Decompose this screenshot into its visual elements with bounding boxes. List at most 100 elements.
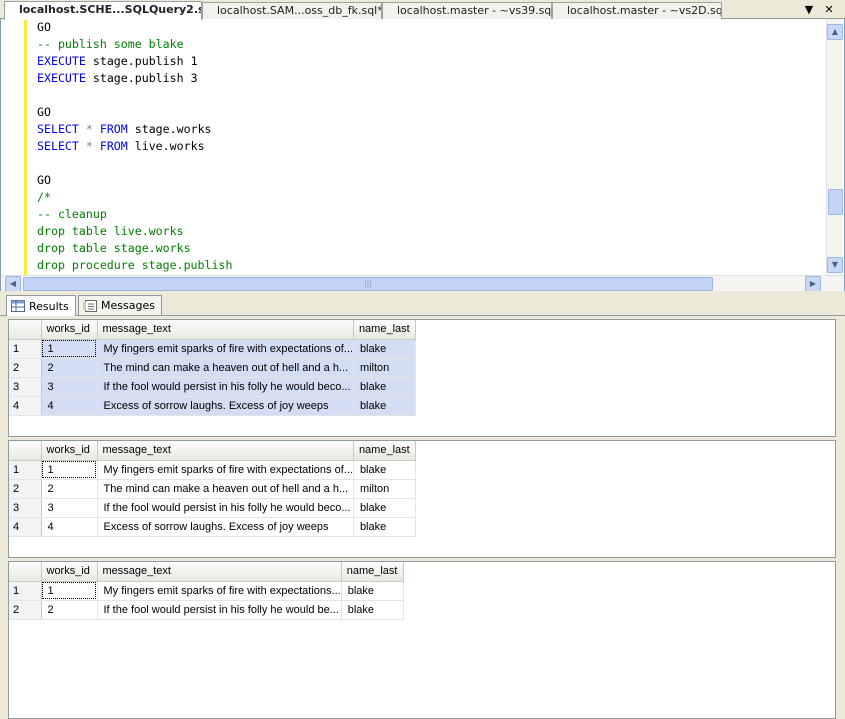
tab-vs2d[interactable]: localhost.master - ~vs2D.sql [552,2,722,19]
table-cell[interactable]: blake [353,396,416,416]
code-line[interactable]: GO [37,172,817,189]
row-number[interactable]: 2 [9,358,42,378]
code-line[interactable]: GO [37,19,817,36]
row-number[interactable]: 3 [9,377,42,397]
tab-results[interactable]: Results [6,295,76,316]
code-line[interactable]: GO [37,104,817,121]
row-number[interactable]: 1 [9,339,42,359]
table-cell[interactable]: 2 [41,600,98,620]
code-line[interactable] [37,87,817,104]
result-grid-1[interactable]: works_id message_text name_last 1 1 My f… [8,319,836,437]
row-number[interactable]: 1 [9,581,42,601]
scroll-right-icon[interactable]: ▶ [805,276,821,292]
table-cell[interactable]: blake [353,460,416,480]
table-cell[interactable]: blake [353,377,416,397]
column-header[interactable]: works_id [41,441,98,461]
vertical-scrollbar[interactable]: ▲ ▼ [826,19,843,275]
table-cell[interactable]: blake [353,517,416,537]
query-editor[interactable]: GO -- publish some blake EXECUTE stage.pub… [0,19,845,292]
code-line[interactable]: /* [37,189,817,206]
table-cell[interactable]: 4 [41,517,98,537]
row-number[interactable]: 2 [9,479,42,499]
table-row[interactable]: 1 1 My fingers emit sparks of fire with … [9,339,416,359]
table-cell[interactable]: blake [341,600,404,620]
column-header[interactable]: message_text [97,320,354,340]
code-line[interactable]: SELECT * FROM live.works [37,138,817,155]
tab-messages[interactable]: Messages [78,295,162,315]
table-row[interactable]: 4 4 Excess of sorrow laughs. Excess of j… [9,517,416,537]
column-header[interactable]: name_last [353,320,416,340]
code-line[interactable]: SELECT * FROM stage.works [37,121,817,138]
table-cell[interactable]: 1 [41,339,98,359]
table-cell[interactable]: Excess of sorrow laughs. Excess of joy w… [97,396,354,416]
table-row[interactable]: 2 2 If the fool would persist in his fol… [9,600,404,620]
column-header[interactable]: name_last [341,562,404,582]
table-cell[interactable]: blake [353,339,416,359]
tab-sqlquery2[interactable]: localhost.SCHE...SQLQuery2.sql* [4,1,202,20]
result-grid-3[interactable]: works_id message_text name_last 1 1 My f… [8,561,836,719]
table-cell[interactable]: 2 [41,479,98,499]
table-row[interactable]: 3 3 If the fool would persist in his fol… [9,498,416,518]
table-row[interactable]: 2 2 The mind can make a heaven out of he… [9,358,416,378]
tab-vs39[interactable]: localhost.master - ~vs39.sql [382,2,552,19]
code-line[interactable]: -- publish some blake [37,36,817,53]
code-line[interactable]: drop table stage.works [37,240,817,257]
chevron-down-icon[interactable]: ▼ [801,2,817,17]
table-cell[interactable]: My fingers emit sparks of fire with expe… [97,581,342,601]
row-number[interactable]: 4 [9,396,42,416]
table-row[interactable]: 2 2 The mind can make a heaven out of he… [9,479,416,499]
table-cell[interactable]: 4 [41,396,98,416]
table-cell[interactable]: milton [353,479,416,499]
row-number-header[interactable] [9,562,42,582]
table-cell[interactable]: 1 [41,581,98,601]
sql-token: stage.publish 1 [85,54,198,68]
horizontal-scrollbar[interactable]: ◀ ||| ▶ [1,275,844,292]
column-header[interactable]: works_id [41,320,98,340]
row-number-header[interactable] [9,441,42,461]
table-cell[interactable]: 3 [41,498,98,518]
sql-code[interactable]: GO -- publish some blake EXECUTE stage.pub… [37,19,817,275]
code-line[interactable]: EXECUTE stage.publish 1 [37,53,817,70]
row-number[interactable]: 4 [9,517,42,537]
table-cell[interactable]: My fingers emit sparks of fire with expe… [97,460,354,480]
table-cell[interactable]: My fingers emit sparks of fire with expe… [97,339,354,359]
column-header[interactable]: message_text [97,562,342,582]
column-header[interactable]: name_last [353,441,416,461]
scroll-up-icon[interactable]: ▲ [827,24,843,40]
code-line[interactable]: EXECUTE stage.publish 3 [37,70,817,87]
table-cell[interactable]: If the fool would persist in his folly h… [97,498,354,518]
scroll-left-icon[interactable]: ◀ [5,276,21,292]
row-number[interactable]: 3 [9,498,42,518]
close-icon[interactable]: ✕ [821,2,837,17]
code-line[interactable]: -- cleanup [37,206,817,223]
table-cell[interactable]: milton [353,358,416,378]
table-cell[interactable]: The mind can make a heaven out of hell a… [97,479,354,499]
tab-oss-db-fk[interactable]: localhost.SAM...oss_db_fk.sql* [202,2,382,19]
table-cell[interactable]: If the fool would persist in his folly h… [97,377,354,397]
row-number-header[interactable] [9,320,42,340]
horizontal-scroll-thumb[interactable]: ||| [23,277,713,291]
code-line[interactable] [37,155,817,172]
table-cell[interactable]: 2 [41,358,98,378]
result-grid-2[interactable]: works_id message_text name_last 1 1 My f… [8,440,836,558]
table-cell[interactable]: blake [353,498,416,518]
table-row[interactable]: 4 4 Excess of sorrow laughs. Excess of j… [9,396,416,416]
table-cell[interactable]: If the fool would persist in his folly h… [97,600,342,620]
code-line[interactable]: drop table live.works [37,223,817,240]
table-cell[interactable]: blake [341,581,404,601]
table-cell[interactable]: 3 [41,377,98,397]
row-number[interactable]: 1 [9,460,42,480]
scroll-down-icon[interactable]: ▼ [827,257,843,273]
row-number[interactable]: 2 [9,600,42,620]
result-table-1: works_id message_text name_last 1 1 My f… [9,320,416,416]
vertical-scroll-thumb[interactable] [828,189,843,215]
table-cell[interactable]: The mind can make a heaven out of hell a… [97,358,354,378]
table-cell[interactable]: 1 [41,460,98,480]
table-row[interactable]: 1 1 My fingers emit sparks of fire with … [9,460,416,480]
column-header[interactable]: message_text [97,441,354,461]
code-line[interactable]: drop procedure stage.publish [37,257,817,274]
column-header[interactable]: works_id [41,562,98,582]
table-row[interactable]: 3 3 If the fool would persist in his fol… [9,377,416,397]
table-row[interactable]: 1 1 My fingers emit sparks of fire with … [9,581,404,601]
table-cell[interactable]: Excess of sorrow laughs. Excess of joy w… [97,517,354,537]
